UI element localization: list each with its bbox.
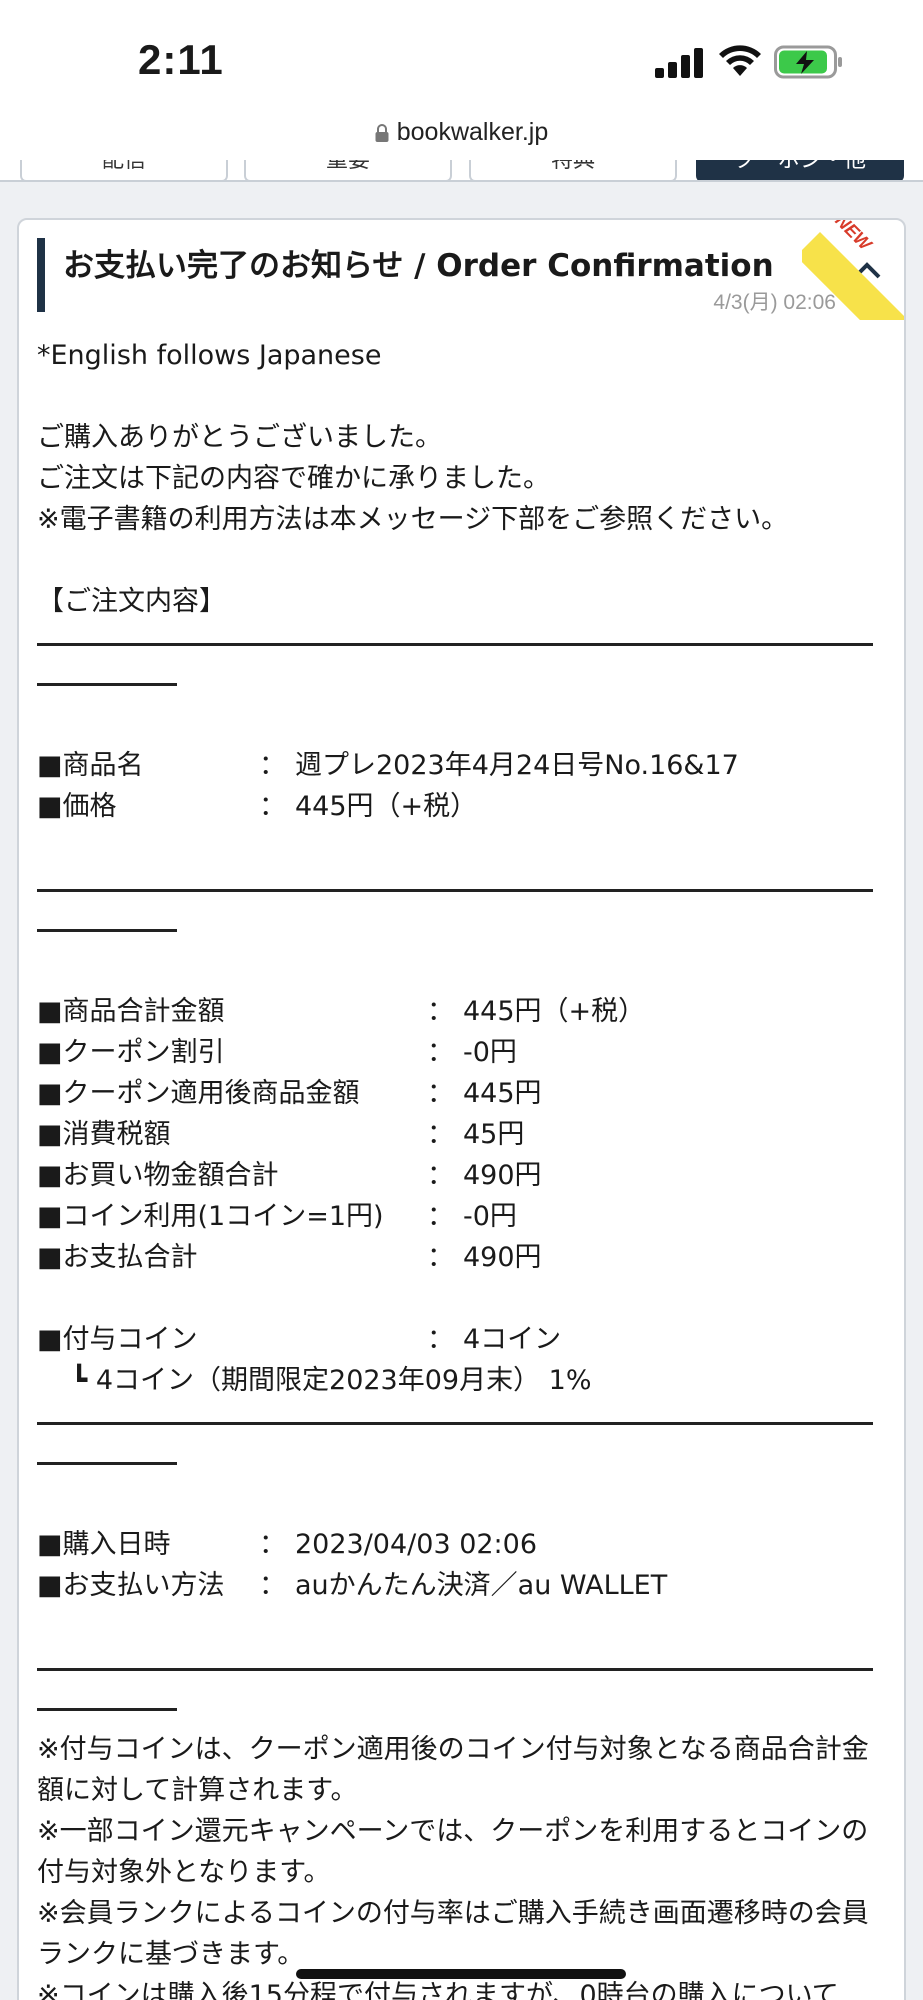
payment-method-row: ■お支払い方法： auかんたん決済／au WALLET	[37, 1570, 668, 1601]
message-body: *English follows Japanese ご購入ありがとうございました…	[37, 335, 889, 2000]
tab-coupon-other[interactable]: クーポン・他	[696, 160, 904, 180]
note-paragraph: ※一部コイン還元キャンペーンでは、クーポンを利用するとコインの付与対象外となりま…	[37, 1816, 869, 1888]
url-domain: bookwalker.jp	[396, 118, 549, 146]
purchase-date-row: ■購入日時： 2023/04/03 02:06	[37, 1529, 538, 1560]
product-name-row: ■商品名 ： 週プレ2023年4月24日号No.16&17	[37, 745, 889, 786]
totals-row: ■お買い物金額合計： 490円	[37, 1160, 542, 1191]
greeting-line: ご購入ありがとうございました。	[37, 422, 442, 453]
message-card: お支払い完了のお知らせ / Order Confirmation 4/3(月) …	[17, 218, 906, 2000]
note-paragraph: ※付与コインは、クーポン適用後のコイン付与対象となる商品合計金額に対して計算され…	[37, 1734, 869, 1806]
message-header[interactable]: お支払い完了のお知らせ / Order Confirmation 4/3(月) …	[19, 220, 904, 320]
tab-benefits[interactable]: 特典	[469, 160, 677, 180]
accent-bar	[37, 238, 45, 312]
tab-important[interactable]: 重要	[244, 160, 452, 180]
totals-row: ■消費税額： 45円	[37, 1119, 525, 1150]
totals-row: ■コイン利用(1コイン=1円)： -0円	[37, 1201, 517, 1232]
divider	[37, 1647, 889, 1729]
tab-delivery[interactable]: 配信	[20, 160, 228, 180]
wifi-icon	[719, 45, 761, 76]
divider	[37, 622, 889, 704]
status-time: 2:11	[138, 36, 224, 83]
new-badge: NEW	[802, 220, 904, 320]
product-price: 445円（+税）	[295, 791, 478, 822]
battery-charging-icon	[774, 45, 842, 79]
divider	[37, 1401, 889, 1483]
product-name: 週プレ2023年4月24日号No.16&17	[295, 750, 739, 781]
totals-row: ■クーポン割引： -0円	[37, 1037, 517, 1068]
coins-detail: ┗ 4コイン（期間限定2023年09月末） 1%	[71, 1365, 592, 1396]
coins-row: ■付与コイン： 4コイン	[37, 1324, 562, 1355]
divider	[37, 868, 889, 950]
totals-row: ■商品合計金額： 445円（+税）	[37, 996, 646, 1027]
status-bar: 2:11	[0, 0, 923, 120]
url-bar[interactable]: bookwalker.jp	[0, 110, 923, 160]
note-paragraph: ※会員ランクによるコインの付与率はご購入手続き画面遷移時の会員ランクに基づきます…	[37, 1898, 869, 1970]
category-tabs: 配信 重要 特典 クーポン・他	[0, 160, 923, 182]
greeting-line: ご注文は下記の内容で確かに承りました。	[37, 463, 550, 494]
totals-row: ■クーポン適用後商品金額： 445円	[37, 1078, 542, 1109]
greeting-line: ※電子書籍の利用方法は本メッセージ下部をご参照ください。	[37, 504, 789, 535]
cellular-signal-icon	[655, 48, 705, 78]
message-title: お支払い完了のお知らせ / Order Confirmation	[63, 248, 774, 284]
home-indicator	[296, 1969, 626, 1979]
totals-row: ■お支払合計： 490円	[37, 1242, 542, 1273]
product-price-row: ■価格 ： 445円（+税）	[37, 786, 889, 827]
lock-icon	[375, 124, 389, 142]
intro-text: *English follows Japanese	[37, 340, 382, 371]
order-heading: 【ご注文内容】	[37, 586, 226, 617]
